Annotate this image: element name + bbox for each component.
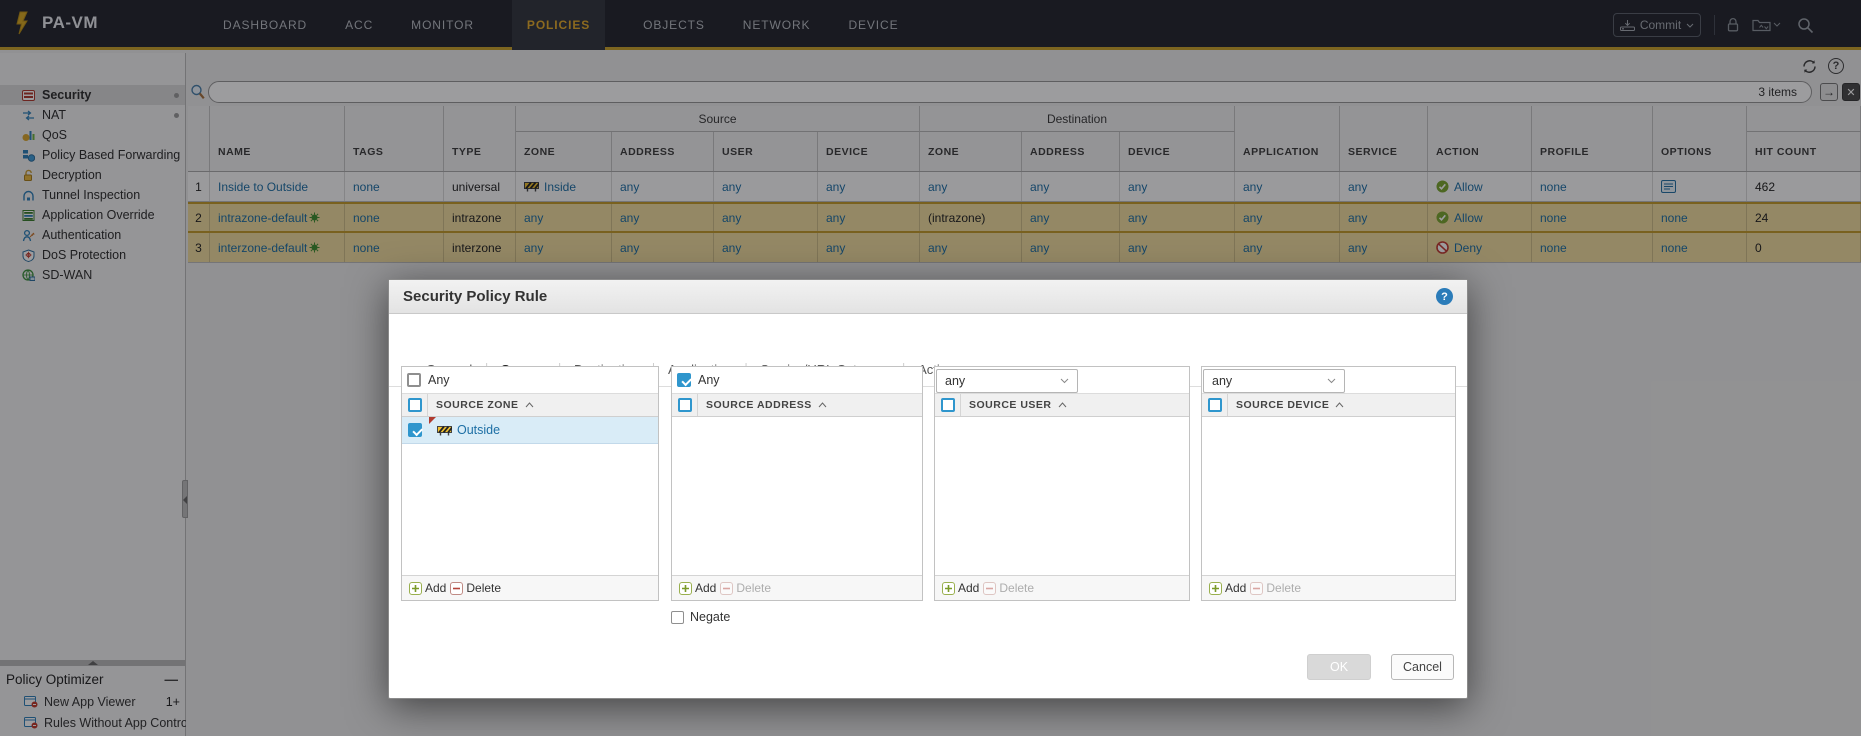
select-all-devices-checkbox[interactable] [1208,398,1222,412]
dialog-buttons: OK Cancel [389,654,1467,680]
add-icon [942,582,955,595]
source-address-column-header[interactable]: SOURCE ADDRESS [698,399,827,411]
chevron-down-icon [1060,378,1069,384]
outside-checkbox[interactable] [408,423,422,437]
sort-asc-icon [1058,402,1067,408]
source-address-list [672,417,922,575]
source-user-select[interactable]: any [936,369,1078,393]
source-device-list [1202,417,1455,575]
add-icon [409,582,422,595]
negate-checkbox[interactable] [671,611,684,624]
sort-asc-icon [525,402,534,408]
delete-zone-button[interactable]: Delete [450,581,501,595]
source-user-list [935,417,1189,575]
ok-button[interactable]: OK [1307,654,1371,680]
source-device-panel: any SOURCE DEVICE Add [1201,366,1456,601]
dialog-help-icon[interactable]: ? [1436,288,1453,305]
delete-icon [983,582,996,595]
delete-device-button: Delete [1250,581,1301,595]
delete-icon [720,582,733,595]
zone-icon [437,425,452,436]
select-all-addresses-checkbox[interactable] [678,398,692,412]
dialog-header: Security Policy Rule ? [389,280,1467,314]
any-zone-checkbox[interactable] [407,373,421,387]
select-all-users-checkbox[interactable] [941,398,955,412]
source-device-column-header[interactable]: SOURCE DEVICE [1228,399,1344,411]
edited-marker [429,417,436,424]
add-address-button[interactable]: Add [679,581,716,595]
dialog-title: Security Policy Rule [403,288,1436,305]
delete-address-button: Delete [720,581,771,595]
select-all-zones-checkbox[interactable] [408,398,422,412]
delete-icon [450,582,463,595]
delete-icon [1250,582,1263,595]
add-icon [1209,582,1222,595]
source-user-panel: any SOURCE USER Add [934,366,1190,601]
any-address-checkbox[interactable] [677,373,691,387]
add-user-button[interactable]: Add [942,581,979,595]
chevron-down-icon [1327,378,1336,384]
delete-user-button: Delete [983,581,1034,595]
sort-asc-icon [1335,402,1344,408]
source-device-select[interactable]: any [1203,369,1345,393]
negate-option: Negate [671,610,730,624]
add-device-button[interactable]: Add [1209,581,1246,595]
source-address-panel: Any SOURCE ADDRESS Add [671,366,923,601]
security-policy-rule-dialog: Security Policy Rule ? General| Source| … [388,279,1468,699]
zone-list-item-outside[interactable]: Outside [402,417,658,444]
cancel-button[interactable]: Cancel [1391,654,1454,680]
source-zone-column-header[interactable]: SOURCE ZONE [428,399,534,411]
source-zone-list: Outside [402,417,658,575]
pan-os-screen: PA-VM DASHBOARD ACC MONITOR POLICIES OBJ… [0,0,1861,736]
source-user-column-header[interactable]: SOURCE USER [961,399,1067,411]
add-zone-button[interactable]: Add [409,581,446,595]
add-icon [679,582,692,595]
sort-asc-icon [818,402,827,408]
source-zone-panel: Any SOURCE ZONE [401,366,659,601]
